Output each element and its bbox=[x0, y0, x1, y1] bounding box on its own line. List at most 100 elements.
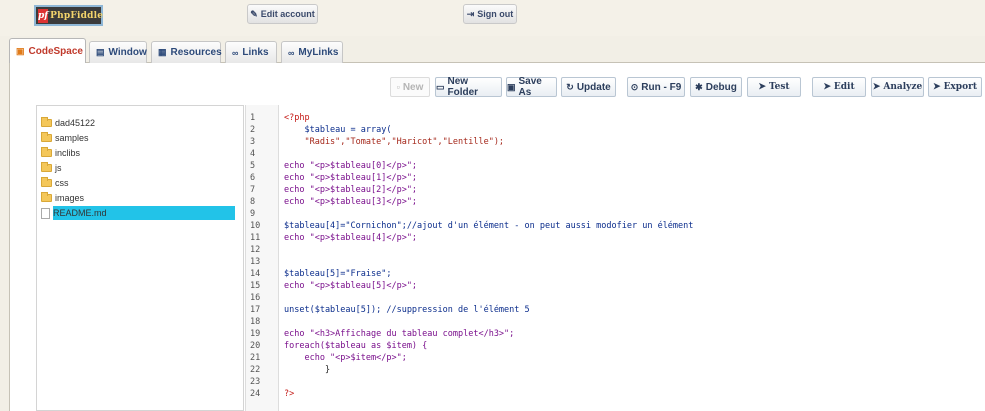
phpfiddle-logo[interactable]: pf PhpFiddle bbox=[34, 5, 103, 26]
sign-out-icon: ⇥ bbox=[466, 8, 475, 19]
line-number: 10 bbox=[250, 221, 261, 231]
line-number: 1 bbox=[250, 113, 256, 123]
line-number: 5 bbox=[250, 161, 256, 171]
resources-icon: ▦ bbox=[158, 47, 167, 57]
edit-label: Edit bbox=[833, 82, 855, 92]
tab-label: CodeSpace bbox=[28, 46, 83, 57]
tab-links[interactable]: ∞ Links bbox=[225, 41, 277, 63]
tree-item-label: inclibs bbox=[55, 148, 81, 158]
line-number: 17 bbox=[250, 305, 261, 315]
code-line: echo "<p>$item</p>"; bbox=[284, 353, 407, 363]
code-icon: ▣ bbox=[16, 46, 25, 56]
arrow-icon: ➤ bbox=[758, 82, 766, 92]
tree-item-label: images bbox=[55, 193, 85, 203]
top-header: pf PhpFiddle ✎ Edit account ⇥ Sign out bbox=[0, 0, 985, 36]
edit-account-button[interactable]: ✎ Edit account bbox=[247, 4, 318, 24]
line-number: 18 bbox=[250, 317, 261, 327]
tree-item-label: dad45122 bbox=[55, 118, 96, 128]
line-number: 3 bbox=[250, 137, 256, 147]
folder-icon bbox=[41, 192, 52, 202]
line-number: 16 bbox=[250, 293, 261, 303]
line-number: 22 bbox=[250, 365, 261, 375]
edit-button[interactable]: ➤ Edit bbox=[812, 77, 866, 97]
line-number: 19 bbox=[250, 329, 261, 339]
code-line: echo "<p>$tableau[4]</p>"; bbox=[284, 233, 418, 243]
code-line: ?> bbox=[284, 389, 295, 399]
code-line: $tableau[4]="Cornichon";//ajout d'un élé… bbox=[284, 221, 694, 231]
line-number: 11 bbox=[250, 233, 261, 243]
code-line: echo "<h3>Affichage du tableau complet</… bbox=[284, 329, 515, 339]
arrow-icon: ➤ bbox=[823, 82, 831, 92]
line-number: 12 bbox=[250, 245, 261, 255]
tree-item-label: css bbox=[55, 178, 69, 188]
tree-file-readme[interactable]: README.md bbox=[41, 206, 235, 220]
code-line: unset($tableau[5]); //suppression de l'é… bbox=[284, 305, 530, 315]
folder-icon: ▭ bbox=[436, 81, 445, 92]
logo-mark: pf bbox=[38, 8, 49, 23]
line-number: 14 bbox=[250, 269, 261, 279]
edit-icon: ✎ bbox=[250, 8, 258, 19]
code-line: foreach($tableau as $item) { bbox=[284, 341, 428, 351]
code-line: echo "<p>$tableau[1]</p>"; bbox=[284, 173, 418, 183]
new-button[interactable]: ▫ New bbox=[390, 77, 430, 97]
refresh-icon: ↻ bbox=[566, 81, 574, 92]
folder-icon bbox=[41, 117, 52, 127]
line-number-gutter: 1 2 3 4 5 6 7 8 9 10 11 12 13 14 15 16 1… bbox=[246, 105, 279, 411]
line-number: 15 bbox=[250, 281, 261, 291]
analyze-button[interactable]: ➤ Analyze bbox=[871, 77, 924, 97]
code-line: echo "<p>$tableau[5]</p>"; bbox=[284, 281, 418, 291]
code-line: echo "<p>$tableau[2]</p>"; bbox=[284, 185, 418, 195]
link-icon: ∞ bbox=[232, 47, 239, 58]
tab-label: Links bbox=[242, 47, 269, 58]
line-number: 24 bbox=[250, 389, 261, 399]
tree-folder[interactable]: css bbox=[41, 176, 69, 190]
arrow-icon: ➤ bbox=[933, 82, 941, 92]
arrow-icon: ➤ bbox=[872, 82, 881, 92]
sign-out-button[interactable]: ⇥ Sign out bbox=[463, 4, 517, 24]
run-button[interactable]: ⊙ Run - F9 bbox=[627, 77, 685, 97]
save-as-button[interactable]: ▣ Save As bbox=[506, 76, 557, 98]
code-line: <?php bbox=[284, 113, 310, 123]
export-label: Export bbox=[943, 82, 977, 92]
new-folder-label: New Folder bbox=[447, 76, 479, 98]
new-file-icon: ▫ bbox=[396, 82, 400, 92]
code-line: echo "<p>$tableau[3]</p>"; bbox=[284, 197, 418, 207]
folder-icon bbox=[41, 162, 52, 172]
tree-folder[interactable]: js bbox=[41, 161, 62, 175]
tab-bar: ▣ CodeSpace ▤ Window ▦ Resources ∞ Links… bbox=[9, 38, 985, 64]
tab-window[interactable]: ▤ Window bbox=[89, 41, 147, 63]
line-number: 9 bbox=[250, 209, 256, 219]
run-label: Run - F9 bbox=[641, 81, 682, 93]
export-button[interactable]: ➤ Export bbox=[928, 77, 982, 97]
tree-folder[interactable]: inclibs bbox=[41, 146, 80, 160]
update-label: Update bbox=[576, 81, 611, 93]
line-number: 20 bbox=[250, 341, 261, 351]
edit-account-label: Edit account bbox=[260, 9, 315, 19]
code-line: $tableau = array( bbox=[284, 125, 392, 135]
line-number: 13 bbox=[250, 257, 261, 267]
line-number: 6 bbox=[250, 173, 256, 183]
tree-folder[interactable]: samples bbox=[41, 131, 89, 145]
tab-resources[interactable]: ▦ Resources bbox=[151, 41, 222, 63]
code-line: $tableau[5]="Fraise"; bbox=[284, 269, 392, 279]
folder-icon bbox=[41, 177, 52, 187]
tree-folder[interactable]: images bbox=[41, 191, 84, 205]
debug-button[interactable]: ✱ Debug bbox=[690, 77, 742, 97]
code-editor[interactable]: 1 2 3 4 5 6 7 8 9 10 11 12 13 14 15 16 1… bbox=[245, 105, 985, 411]
tab-mylinks[interactable]: ∞ MyLinks bbox=[281, 41, 343, 63]
bug-icon: ✱ bbox=[695, 81, 703, 92]
sign-out-label: Sign out bbox=[477, 9, 514, 19]
save-as-label: Save As bbox=[518, 76, 542, 98]
line-number: 4 bbox=[250, 149, 256, 159]
tab-codespace[interactable]: ▣ CodeSpace bbox=[9, 38, 86, 64]
new-folder-button[interactable]: ▭ New Folder bbox=[435, 76, 502, 98]
tree-folder[interactable]: dad45122 bbox=[41, 116, 95, 130]
test-label: Test bbox=[768, 82, 790, 92]
analyze-label: Analyze bbox=[883, 82, 923, 92]
update-button[interactable]: ↻ Update bbox=[561, 77, 616, 97]
tree-item-label: README.md bbox=[53, 206, 235, 220]
tab-label: MyLinks bbox=[298, 47, 339, 58]
tab-label: Resources bbox=[170, 47, 222, 58]
test-button[interactable]: ➤ Test bbox=[747, 77, 801, 97]
line-number: 21 bbox=[250, 353, 261, 363]
